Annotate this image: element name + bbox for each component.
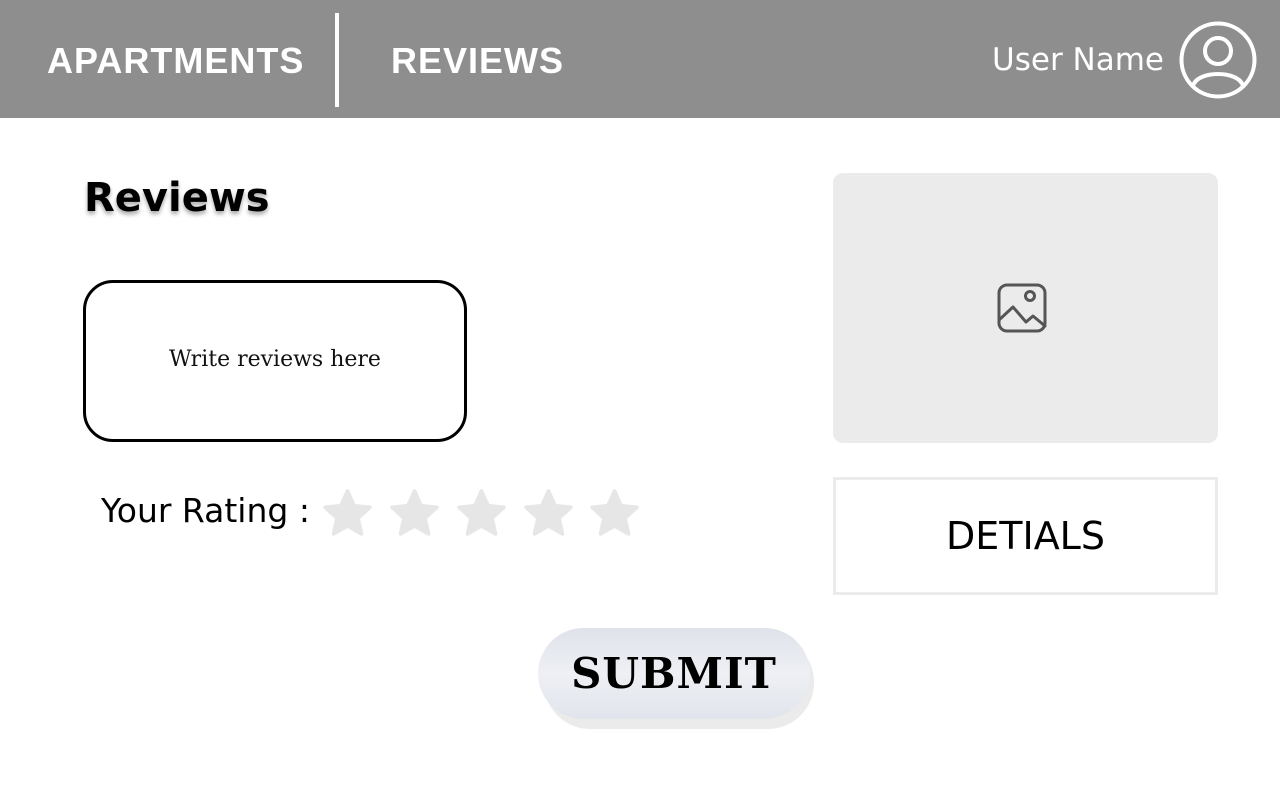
- star-icon-3[interactable]: [454, 486, 509, 541]
- user-avatar-svg: [1179, 21, 1257, 99]
- nav-reviews-link[interactable]: REVIEWS: [391, 36, 564, 86]
- review-input[interactable]: [86, 283, 464, 439]
- star-icon-1[interactable]: [320, 486, 375, 541]
- rating-label: Your Rating :: [101, 491, 310, 530]
- top-navigation-bar: APARTMENTS REVIEWS User Name: [0, 0, 1280, 118]
- user-name: User Name: [992, 42, 1164, 78]
- submit-label: SUBMIT: [571, 649, 777, 698]
- details-label: DETIALS: [946, 514, 1105, 558]
- star-icon-5[interactable]: [587, 486, 642, 541]
- page-title: Reviews: [84, 175, 270, 221]
- submit-button[interactable]: SUBMIT: [538, 628, 810, 719]
- star-icon-2[interactable]: [387, 486, 442, 541]
- user-avatar-icon[interactable]: [1178, 20, 1258, 100]
- review-textbox-container: [83, 280, 467, 442]
- details-button[interactable]: DETIALS: [833, 477, 1218, 595]
- apartment-image-placeholder: [833, 173, 1218, 443]
- nav-divider: [335, 13, 339, 107]
- image-icon: [997, 283, 1047, 333]
- star-icon-4[interactable]: [521, 486, 576, 541]
- nav-apartments-link[interactable]: APARTMENTS: [47, 36, 304, 86]
